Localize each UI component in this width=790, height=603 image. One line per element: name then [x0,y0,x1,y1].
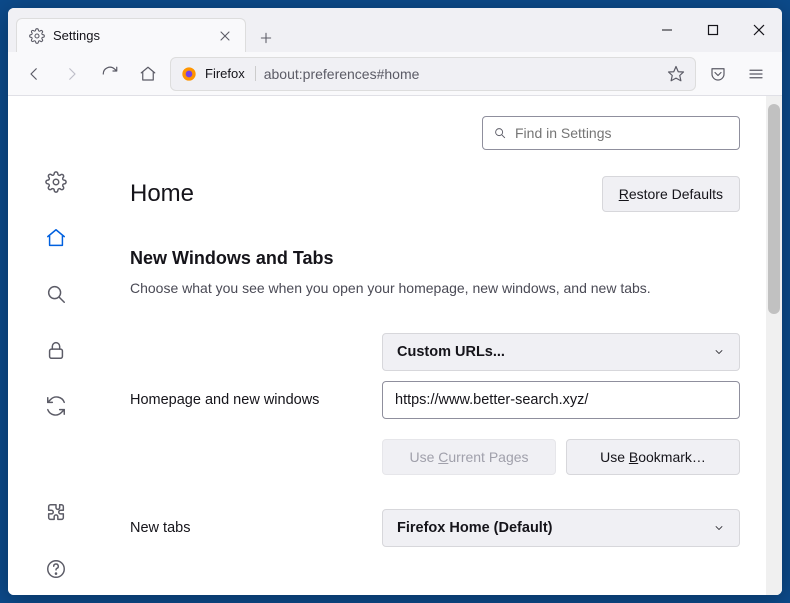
use-current-pages-button[interactable]: Use Current PagesUse Current Pages [382,439,556,475]
page-title: Home [130,180,194,208]
homepage-label: Homepage and new windows [130,392,370,408]
use-bookmark-button[interactable]: Use Bookmark…Use Bookmark… [566,439,740,475]
nav-reload[interactable] [94,58,126,90]
scrollbar-thumb[interactable] [768,104,780,314]
gear-icon [29,28,45,44]
nav-home[interactable] [132,58,164,90]
sidebar-item-help[interactable] [42,555,70,583]
newtabs-label: New tabs [130,520,370,536]
browser-tab[interactable]: Settings [16,18,246,52]
new-tab-button[interactable] [252,24,280,52]
settings-search[interactable] [482,116,740,150]
chevron-down-icon [713,522,725,534]
homepage-mode-select[interactable]: Custom URLs... [382,333,740,371]
vertical-scrollbar[interactable] [766,96,782,595]
app-menu-icon[interactable] [740,58,772,90]
firefox-logo-icon [181,66,197,82]
homepage-mode-value: Custom URLs... [397,344,505,360]
sidebar-item-search[interactable] [42,280,70,308]
chevron-down-icon [713,346,725,358]
bookmark-star-icon[interactable] [667,65,685,83]
urlbar-identity: Firefox [205,66,256,81]
sidebar-item-general[interactable] [42,168,70,196]
sidebar-item-extensions[interactable] [42,499,70,527]
settings-search-input[interactable] [515,125,729,141]
sidebar [8,96,104,595]
window-close[interactable] [736,8,782,52]
sidebar-item-privacy[interactable] [42,336,70,364]
window-maximize[interactable] [690,8,736,52]
settings-panel: Home RRestore Defaultsestore Defaults Ne… [104,96,766,595]
homepage-url-input[interactable] [382,381,740,419]
pocket-icon[interactable] [702,58,734,90]
close-icon[interactable] [217,28,233,44]
toolbar: Firefox about:preferences#home [8,52,782,96]
sidebar-item-sync[interactable] [42,392,70,420]
sidebar-item-home[interactable] [42,224,70,252]
section-heading: New Windows and Tabs [130,248,740,269]
tab-title: Settings [53,28,209,43]
urlbar-url: about:preferences#home [264,66,659,82]
nav-forward[interactable] [56,58,88,90]
urlbar[interactable]: Firefox about:preferences#home [170,57,696,91]
newtabs-mode-select[interactable]: Firefox Home (Default) [382,509,740,547]
newtabs-mode-value: Firefox Home (Default) [397,520,553,536]
section-description: Choose what you see when you open your h… [130,279,740,299]
window-minimize[interactable] [644,8,690,52]
nav-back[interactable] [18,58,50,90]
titlebar: Settings [8,8,782,52]
restore-defaults-button[interactable]: RRestore Defaultsestore Defaults [602,176,740,212]
